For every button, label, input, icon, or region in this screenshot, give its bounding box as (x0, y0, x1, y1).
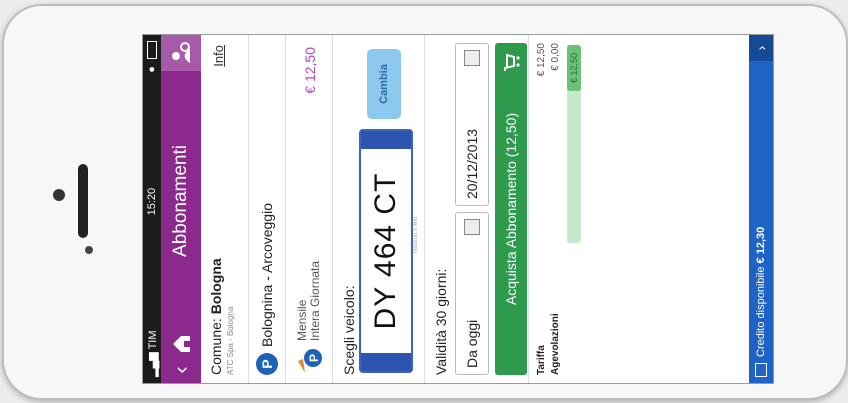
credit-value: € 12,30 (755, 226, 767, 264)
app-screen: ▂▄▆ TIM 15:20 ● ‹ Abbonamenti Comune: Bo… (142, 34, 774, 384)
comune-section: Comune: Bologna ATC Spa - Bologna Info (201, 35, 249, 383)
zona-row[interactable]: P Bolognina - Arcoveggio (249, 35, 286, 383)
tariff-zone: Intera Giornata (308, 260, 322, 341)
start-date-value: Da oggi (464, 319, 480, 368)
validity-label: Validità 30 giorni: (433, 268, 449, 375)
end-date-value: 20/12/2013 (464, 128, 480, 199)
calendar-icon (464, 219, 480, 235)
price-summary: Tariffa € 12,50 Agevolazioni € 0,00 € 12,5… (529, 35, 585, 383)
total-bar-fill: € 12,50 (567, 45, 581, 91)
svg-text:P: P (307, 354, 321, 362)
change-vehicle-button[interactable]: Cambia (367, 49, 401, 119)
tariff-price: € 12,50 (302, 47, 318, 94)
proximity-sensor (85, 246, 93, 254)
vehicle-hint: Nessun Il Mio (413, 216, 419, 253)
user-settings-icon[interactable] (161, 35, 201, 71)
page-title: Abbonamenti (170, 145, 191, 257)
chevron-right-icon[interactable]: › (749, 35, 773, 61)
status-time: 15:20 (146, 187, 158, 216)
carrier-label: ▂▄▆ TIM (146, 330, 159, 377)
credit-label: Credito disponibile (755, 266, 767, 358)
tariffa-label: Tariffa (536, 345, 547, 375)
plate-number: DY 464 CT (369, 172, 402, 330)
validity-section: Validità 30 giorni: Da oggi 20/12/2013 A… (425, 35, 529, 383)
comune-title: Comune: Bologna (208, 258, 224, 375)
status-bar: ▂▄▆ TIM 15:20 ● (143, 35, 161, 383)
cart-icon (504, 53, 520, 71)
credit-bar[interactable]: Credito disponibile € 12,30 › (749, 35, 773, 383)
zona-label: Bolognina - Arcoveggio (259, 203, 275, 347)
buy-button-label: Acquista Abbonamento (12,50) (503, 112, 519, 306)
info-link[interactable]: Info (211, 45, 226, 67)
total-bar: € 12,50 (567, 45, 581, 243)
end-date-field[interactable]: 20/12/2013 (455, 43, 489, 206)
home-icon[interactable] (168, 331, 194, 357)
buy-subscription-button[interactable]: Acquista Abbonamento (12,50) (495, 43, 527, 375)
battery-icon: ● (146, 41, 158, 73)
parking-ticket-icon: P (295, 347, 323, 375)
start-date-field[interactable]: Da oggi (455, 212, 489, 375)
vehicle-label: Scegli veicolo: (341, 285, 357, 376)
tariff-row[interactable]: P Mensile Intera Giornata € 12,50 (286, 35, 333, 383)
wallet-icon (755, 363, 767, 377)
agevolazioni-value: € 0,00 (550, 43, 561, 71)
phone-frame: ▂▄▆ TIM 15:20 ● ‹ Abbonamenti Comune: Bo… (2, 4, 848, 400)
tariffa-value: € 12,50 (536, 43, 547, 77)
back-icon[interactable]: ‹ (168, 357, 194, 383)
plate-province-band (361, 131, 411, 149)
agevolazioni-label: Agevolazioni (550, 313, 561, 375)
earpiece-speaker (78, 164, 88, 238)
front-camera (53, 189, 65, 201)
parking-icon: P (256, 353, 278, 375)
vehicle-section: Scegli veicolo: DY 464 CT Nessun Il Mio … (333, 35, 425, 383)
comune-operator: ATC Spa - Bologna (226, 306, 235, 375)
calendar-icon (464, 50, 480, 66)
app-header: ‹ Abbonamenti (161, 35, 201, 383)
plate-eu-band (361, 353, 411, 371)
license-plate[interactable]: DY 464 CT (359, 129, 413, 373)
